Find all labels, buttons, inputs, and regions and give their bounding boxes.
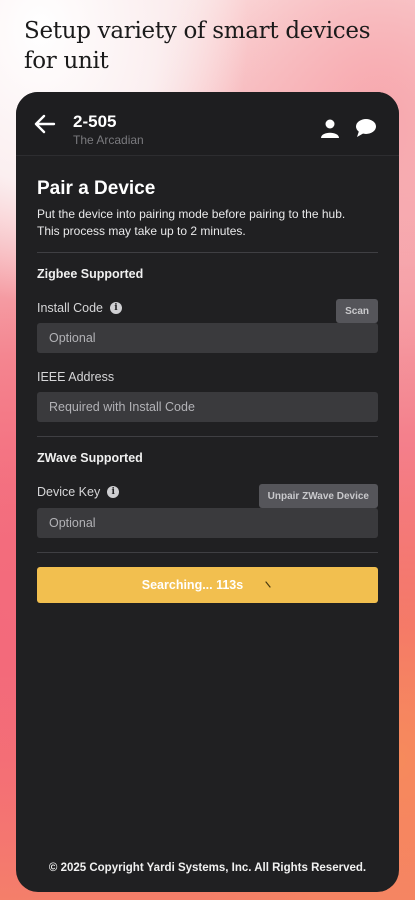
install-code-row: Install Code i Scan [37, 297, 378, 323]
unpair-zwave-button[interactable]: Unpair ZWave Device [258, 484, 378, 508]
property-name: The Arcadian [73, 133, 144, 147]
chat-icon[interactable] [355, 118, 377, 138]
divider [37, 436, 378, 437]
top-bar: 2-505 The Arcadian [16, 92, 399, 156]
info-icon[interactable]: i [110, 302, 123, 314]
spinner-icon [265, 581, 271, 588]
install-code-label: Install Code [37, 301, 104, 315]
ieee-address-input[interactable]: Required with Install Code [37, 392, 378, 422]
app-screen: 2-505 The Arcadian Pair a Device Put the… [16, 92, 399, 892]
searching-label: Searching... 113s [141, 578, 244, 592]
zigbee-section-title: Zigbee Supported [37, 267, 144, 281]
unit-number: 2-505 [73, 112, 117, 131]
promo-headline: Setup variety of smart devices for unit [24, 16, 394, 76]
page-title: Pair a Device [37, 178, 156, 199]
headline-line-2: for unit [24, 48, 109, 74]
pair-device-form: Pair a Device Put the device into pairin… [16, 156, 399, 603]
zwave-section-title: ZWave Supported [37, 451, 143, 465]
headline-line-1: Setup variety of smart devices [24, 18, 371, 44]
searching-button[interactable]: Searching... 113s [37, 567, 378, 603]
install-code-input[interactable]: Optional [37, 323, 378, 353]
ieee-address-label: IEEE Address [37, 370, 378, 384]
divider [37, 552, 378, 553]
ieee-address-label-text: IEEE Address [37, 370, 115, 384]
install-code-label-group: Install Code i [37, 297, 378, 315]
info-icon[interactable]: i [107, 486, 120, 498]
arrow-left-icon[interactable] [34, 114, 56, 134]
device-key-input[interactable]: Optional [37, 508, 378, 538]
device-key-label: Device Key [37, 485, 101, 499]
copyright-footer: © 2025 Copyright Yardi Systems, Inc. All… [48, 862, 367, 874]
user-icon[interactable] [319, 118, 341, 138]
scan-button[interactable]: Scan [336, 299, 378, 323]
divider [37, 252, 378, 253]
page-description: Put the device into pairing mode before … [37, 207, 346, 238]
device-key-row: Device Key i Unpair ZWave Device [37, 481, 378, 508]
